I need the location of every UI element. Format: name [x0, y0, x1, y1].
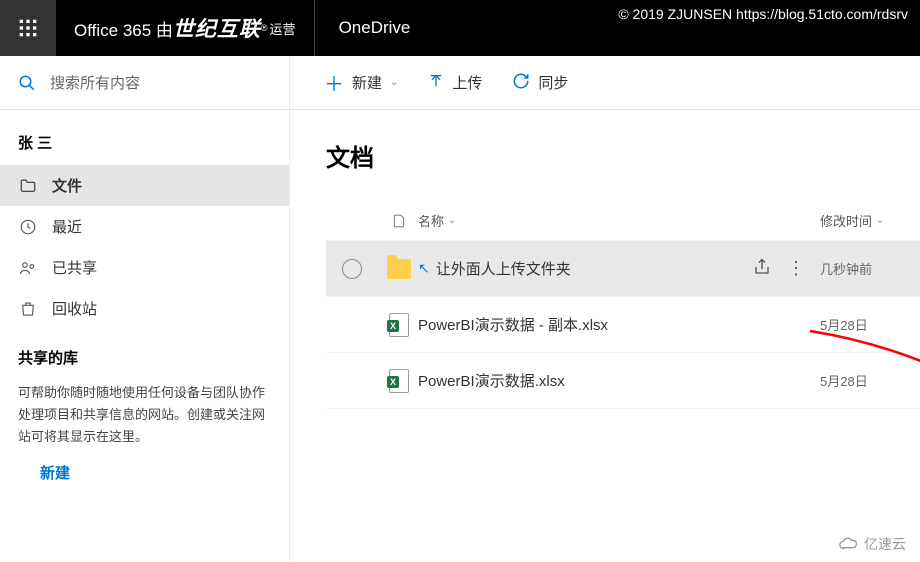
clock-icon [18, 218, 38, 236]
sidebar: 张 三 文件 最近 已共享 回收站 共享的库 可帮助你随时随地使用任何设备与团队… [0, 110, 290, 562]
sync-icon [512, 72, 530, 94]
shared-label: 已共享 [52, 257, 97, 278]
sync-button[interactable]: 同步 [498, 64, 582, 102]
folder-icon [387, 259, 411, 279]
chevron-down-icon: ⌄ [448, 215, 456, 226]
files-label: 文件 [52, 175, 82, 196]
recycle-icon [18, 300, 38, 318]
sidebar-item-files[interactable]: 文件 [0, 165, 289, 206]
folder-icon [18, 177, 38, 195]
share-button[interactable] [753, 258, 771, 280]
sidebar-item-shared[interactable]: 已共享 [0, 247, 289, 288]
chevron-down-icon: ⌄ [390, 77, 398, 88]
modified-date: 几秒钟前 [820, 259, 920, 278]
cloud-icon [838, 536, 860, 552]
cursor-glyph: ↖ [418, 260, 430, 277]
watermark-text: © 2019 ZJUNSEN https://blog.51cto.com/rd… [618, 6, 908, 22]
create-library-button[interactable]: 新建 [0, 456, 289, 489]
name-column-header[interactable]: 名称⌄ [418, 211, 740, 230]
sidebar-item-recycle[interactable]: 回收站 [0, 288, 289, 329]
recycle-label: 回收站 [52, 298, 97, 319]
sidebar-item-recent[interactable]: 最近 [0, 206, 289, 247]
user-name: 张 三 [0, 124, 289, 165]
people-icon [18, 259, 38, 277]
chevron-down-icon: ⌄ [876, 215, 884, 226]
search-input[interactable]: 搜索所有内容 [0, 56, 290, 110]
brand-label: Office 365 由 世纪互联® 运营 [56, 0, 315, 56]
file-name[interactable]: 让外面人上传文件夹 [436, 258, 571, 279]
upload-button[interactable]: 上传 [414, 64, 496, 101]
app-name[interactable]: OneDrive [315, 18, 411, 38]
brand-bold: 世纪互联 [173, 13, 261, 43]
more-actions-button[interactable]: ⋮ [787, 258, 807, 279]
list-header: 名称⌄ 修改时间⌄ [326, 201, 920, 241]
select-checkbox[interactable] [342, 259, 362, 279]
sync-label: 同步 [538, 72, 568, 93]
annotation-arrow [805, 326, 920, 406]
file-row[interactable]: ↖ 让外面人上传文件夹 ⋮ 几秒钟前 [326, 241, 920, 297]
excel-file-icon [389, 369, 409, 393]
date-column-header[interactable]: 修改时间⌄ [820, 211, 920, 230]
file-name[interactable]: PowerBI演示数据 - 副本.xlsx [418, 314, 608, 335]
new-button[interactable]: ＋ 新建 ⌄ [310, 60, 412, 105]
file-name[interactable]: PowerBI演示数据.xlsx [418, 370, 565, 391]
brand-prefix: Office 365 由 [74, 16, 173, 41]
shared-libraries-header: 共享的库 [0, 329, 289, 374]
recent-label: 最近 [52, 216, 82, 237]
footer-brand: 亿速云 [838, 534, 906, 554]
command-bar: 搜索所有内容 ＋ 新建 ⌄ 上传 同步 [0, 56, 920, 110]
upload-icon [428, 73, 444, 93]
new-label: 新建 [352, 72, 382, 93]
search-icon [18, 74, 36, 92]
search-placeholder: 搜索所有内容 [50, 72, 140, 93]
file-type-icon[interactable] [380, 212, 418, 230]
upload-label: 上传 [452, 72, 482, 93]
main-content: 文档 共享 名称⌄ 修改时间⌄ ↖让外面人上传文件夹 ⋮ [290, 110, 920, 562]
plus-icon: ＋ [324, 68, 344, 97]
brand-suffix: 运营 [270, 19, 296, 38]
app-launcher-button[interactable] [0, 0, 56, 56]
excel-file-icon [389, 313, 409, 337]
shared-libraries-help: 可帮助你随时随地使用任何设备与团队协作处理项目和共享信息的网站。创建或关注网站可… [0, 374, 289, 456]
page-title: 文档 [326, 138, 920, 173]
